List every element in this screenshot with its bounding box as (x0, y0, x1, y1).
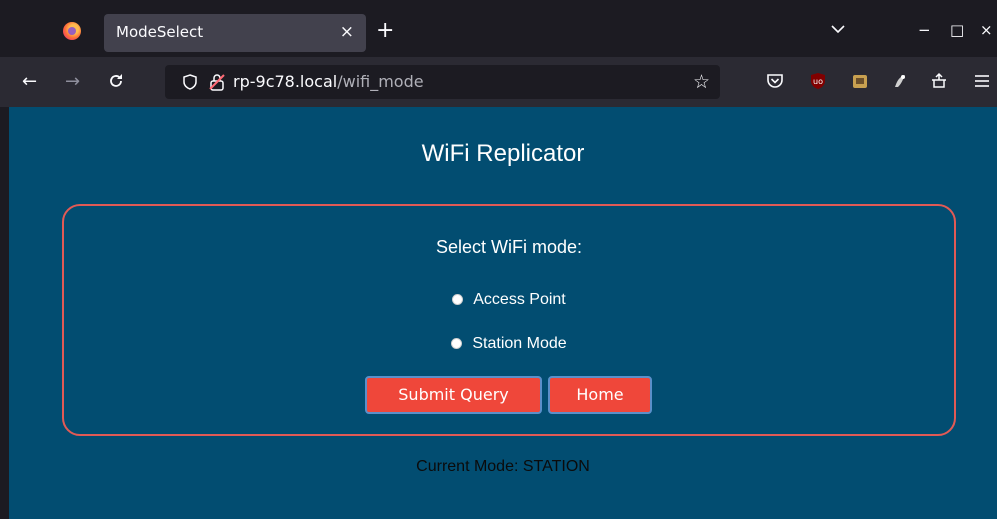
url-bar[interactable]: rp-9c78.local/wifi_mode ☆ (165, 65, 720, 99)
url-path: /wifi_mode (337, 72, 424, 91)
minimize-icon[interactable]: − (918, 22, 931, 38)
browser-tab[interactable]: ModeSelect × (104, 14, 366, 52)
menu-icon[interactable] (972, 71, 992, 91)
bookmark-star-icon[interactable]: ☆ (693, 71, 710, 93)
home-button[interactable]: Home (548, 376, 652, 414)
firefox-logo-icon (63, 22, 81, 40)
page-content: WiFi Replicator Select WiFi mode: Access… (9, 107, 997, 519)
radio-option-station-mode[interactable]: Station Mode (64, 335, 954, 353)
access-point-label[interactable]: Access Point (473, 291, 565, 308)
tab-close-icon[interactable]: × (340, 21, 354, 43)
svg-text:uo: uo (813, 77, 823, 86)
maximize-icon[interactable]: □ (950, 22, 964, 38)
extension-icon[interactable] (890, 71, 910, 91)
close-window-icon[interactable]: × (980, 22, 993, 38)
access-point-radio[interactable] (452, 294, 464, 305)
forward-arrow-icon[interactable]: → (65, 72, 80, 92)
current-mode-status: Current Mode: STATION (416, 458, 590, 475)
tab-strip: ModeSelect × + − □ × (0, 0, 997, 57)
insecure-lock-icon[interactable] (209, 73, 225, 91)
back-arrow-icon[interactable]: ← (22, 72, 37, 92)
reload-icon[interactable] (107, 72, 125, 90)
ublock-icon[interactable]: uo (808, 71, 828, 91)
page-title: WiFi Replicator (421, 140, 585, 167)
new-tab-icon[interactable]: + (376, 19, 394, 43)
shield-icon[interactable] (183, 74, 197, 90)
radio-option-access-point[interactable]: Access Point (64, 291, 954, 309)
station-mode-radio[interactable] (451, 338, 463, 349)
station-mode-label[interactable]: Station Mode (472, 335, 566, 352)
tab-title: ModeSelect (116, 23, 204, 41)
extensions-puzzle-icon[interactable] (930, 71, 950, 91)
chevron-down-icon[interactable] (830, 22, 846, 36)
form-heading: Select WiFi mode: (435, 237, 583, 257)
submit-query-button[interactable]: Submit Query (365, 376, 542, 414)
url-text[interactable]: rp-9c78.local/wifi_mode (233, 72, 424, 91)
mode-select-form: Select WiFi mode: Access Point Station M… (62, 204, 956, 436)
navigation-toolbar: ← → rp-9c78.local/wifi_mode ☆ uo (0, 57, 997, 107)
url-host: rp-9c78.local (233, 72, 338, 91)
extension-icon[interactable] (850, 71, 870, 91)
pocket-icon[interactable] (765, 71, 785, 91)
